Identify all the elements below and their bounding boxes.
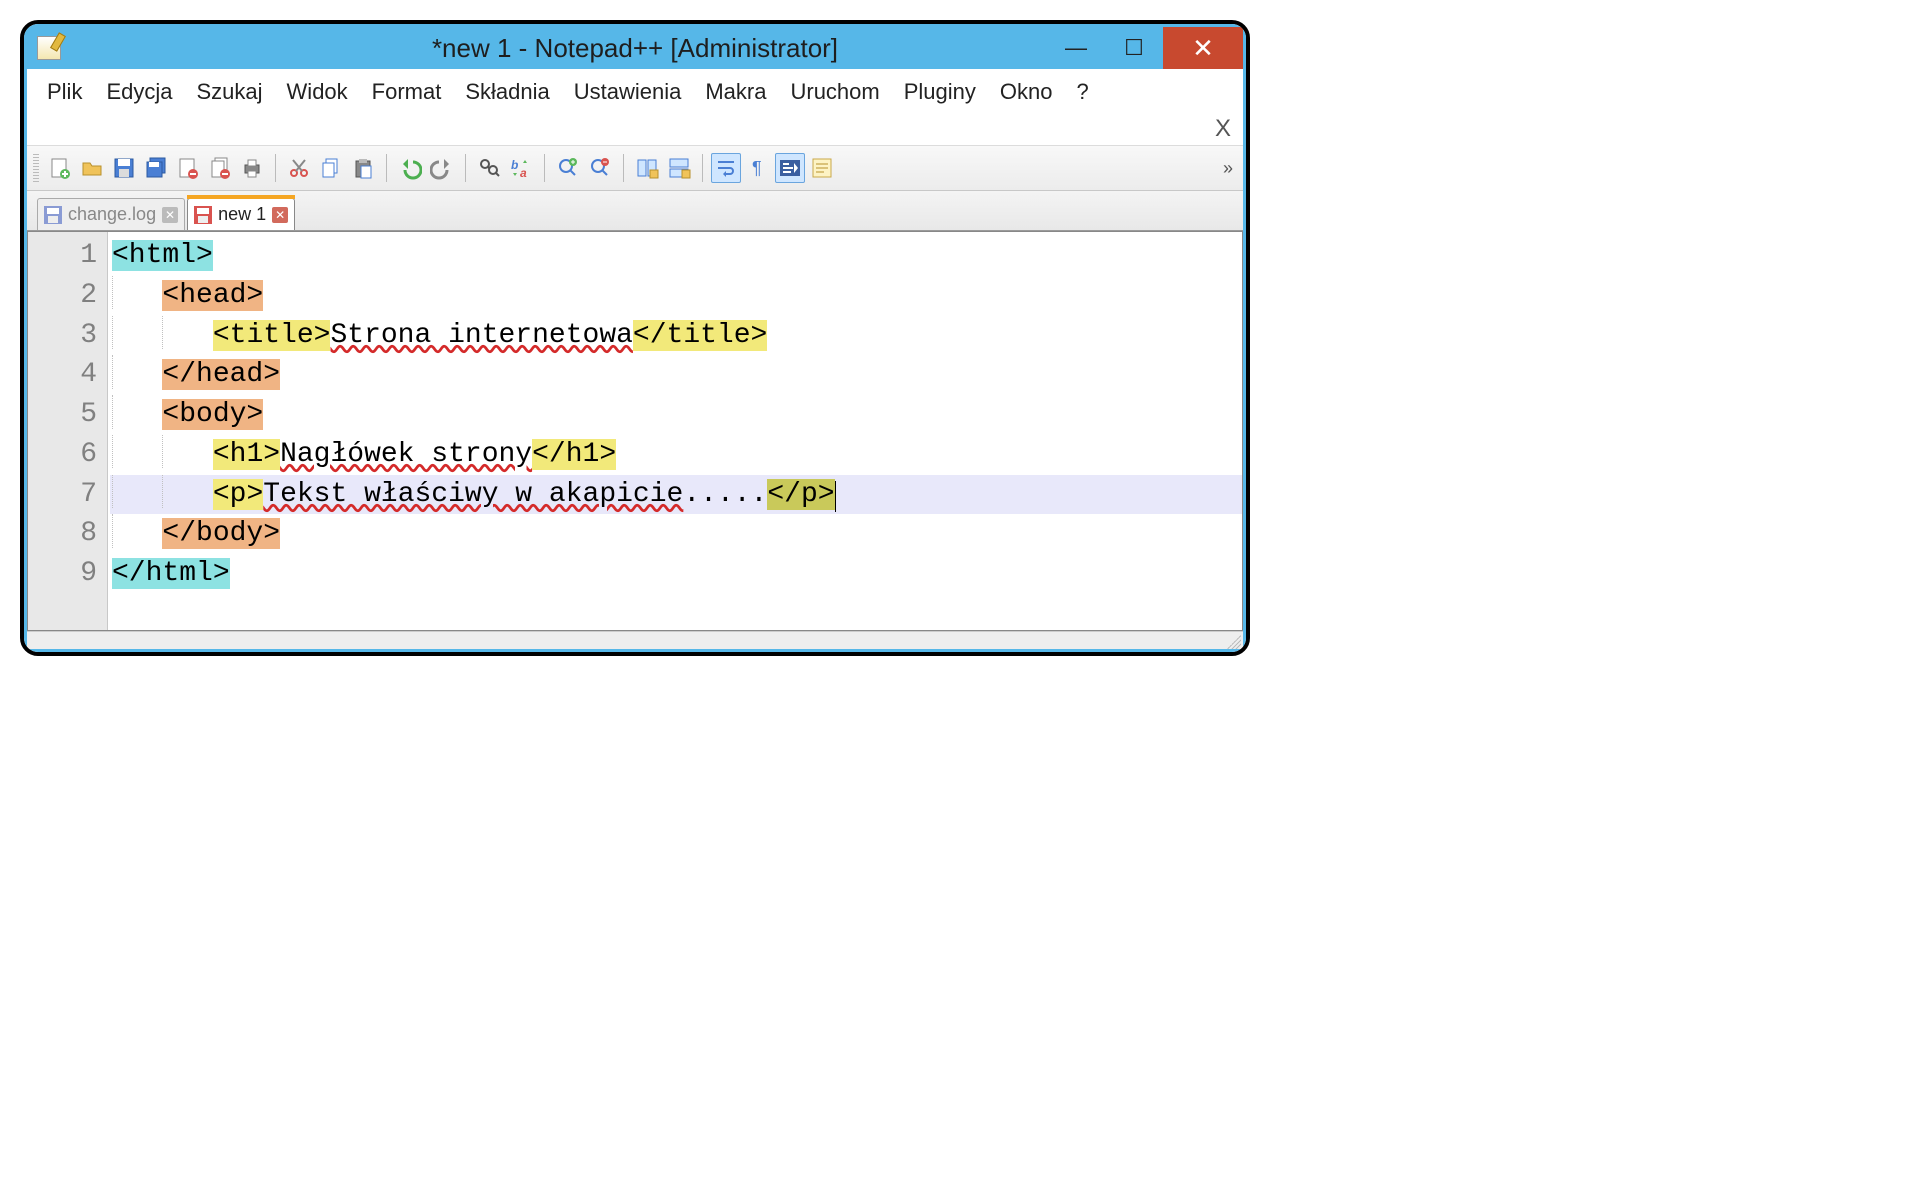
svg-text:b: b <box>511 158 518 172</box>
zoom-out-button[interactable] <box>585 153 615 183</box>
show-all-button[interactable]: ¶ <box>743 153 773 183</box>
line-number: 2 <box>48 276 97 316</box>
menubar: PlikEdycjaSzukajWidokFormatSkładniaUstaw… <box>27 69 1243 115</box>
code-line[interactable]: <head> <box>110 276 1242 316</box>
close-button[interactable]: ✕ <box>1163 27 1243 69</box>
maximize-button[interactable]: ☐ <box>1105 27 1163 69</box>
menu-ustawienia[interactable]: Ustawienia <box>562 73 694 111</box>
toolbar-overflow[interactable]: » <box>1223 158 1237 179</box>
menu-?[interactable]: ? <box>1064 73 1100 111</box>
statusbar <box>27 631 1243 649</box>
menu-edycja[interactable]: Edycja <box>94 73 184 111</box>
menu-makra[interactable]: Makra <box>693 73 778 111</box>
text-caret <box>835 481 836 512</box>
copy-button[interactable] <box>316 153 346 183</box>
redo-button[interactable] <box>427 153 457 183</box>
tab-label: change.log <box>68 204 156 225</box>
line-number: 7 <box>48 475 97 515</box>
toolbar-separator <box>275 154 276 182</box>
toolbar-separator <box>465 154 466 182</box>
code-line[interactable]: </head> <box>110 355 1242 395</box>
new-file-button[interactable] <box>45 153 75 183</box>
cut-button[interactable] <box>284 153 314 183</box>
indent-guide-button[interactable] <box>775 153 805 183</box>
find-button[interactable] <box>474 153 504 183</box>
menu-pluginy[interactable]: Pluginy <box>892 73 988 111</box>
wrap-button[interactable] <box>711 153 741 183</box>
disk-icon <box>44 206 62 224</box>
editor[interactable]: 123456789 <html> <head> <title>Strona in… <box>27 231 1243 631</box>
svg-text:a: a <box>520 166 527 180</box>
menu-szukaj[interactable]: Szukaj <box>185 73 275 111</box>
line-number: 5 <box>48 395 97 435</box>
open-file-button[interactable] <box>77 153 107 183</box>
line-gutter: 123456789 <box>28 232 108 630</box>
minimize-button[interactable]: — <box>1047 27 1105 69</box>
save-button[interactable] <box>109 153 139 183</box>
code-line[interactable]: <title>Strona internetowa</title> <box>110 316 1242 356</box>
find-replace-button[interactable]: ba <box>506 153 536 183</box>
menu-format[interactable]: Format <box>360 73 454 111</box>
toolbar: ba ¶ » <box>27 145 1243 191</box>
code-line[interactable]: <html> <box>110 236 1242 276</box>
resize-grip[interactable] <box>1227 635 1241 649</box>
toolbar-gripper <box>33 154 39 182</box>
paste-button[interactable] <box>348 153 378 183</box>
tab-label: new 1 <box>218 204 266 225</box>
menu-okno[interactable]: Okno <box>988 73 1065 111</box>
toolbar-separator <box>702 154 703 182</box>
undo-button[interactable] <box>395 153 425 183</box>
print-button[interactable] <box>237 153 267 183</box>
tabbar: change.log ✕ new 1 ✕ <box>27 191 1243 231</box>
menu-składnia[interactable]: Składnia <box>453 73 561 111</box>
zoom-in-button[interactable] <box>553 153 583 183</box>
app-icon <box>37 36 61 60</box>
sync-h-button[interactable] <box>664 153 694 183</box>
close-file-button[interactable] <box>173 153 203 183</box>
tab-close-icon[interactable]: ✕ <box>272 207 288 223</box>
menu-plik[interactable]: Plik <box>35 73 94 111</box>
menu-widok[interactable]: Widok <box>275 73 360 111</box>
code-line[interactable]: </html> <box>110 554 1242 594</box>
svg-text:¶: ¶ <box>752 158 762 178</box>
toolbar-separator <box>386 154 387 182</box>
line-number: 6 <box>48 435 97 475</box>
sync-v-button[interactable] <box>632 153 662 183</box>
line-number: 3 <box>48 316 97 356</box>
line-number: 9 <box>48 554 97 594</box>
code-line[interactable]: <p>Tekst właściwy w akapicie.....</p> <box>110 475 1242 515</box>
toolbar-separator <box>544 154 545 182</box>
code-line[interactable]: </body> <box>110 514 1242 554</box>
function-list-button[interactable] <box>807 153 837 183</box>
disk-icon <box>194 206 212 224</box>
line-number: 4 <box>48 355 97 395</box>
tab-close-icon[interactable]: ✕ <box>162 207 178 223</box>
save-all-button[interactable] <box>141 153 171 183</box>
line-number: 1 <box>48 236 97 276</box>
tab-new-1[interactable]: new 1 ✕ <box>187 198 295 230</box>
code-area[interactable]: <html> <head> <title>Strona internetowa<… <box>108 232 1242 630</box>
menu-uruchom[interactable]: Uruchom <box>778 73 891 111</box>
close-all-button[interactable] <box>205 153 235 183</box>
app-window: *new 1 - Notepad++ [Administrator] — ☐ ✕… <box>20 20 1250 656</box>
toolbar-separator <box>623 154 624 182</box>
titlebar[interactable]: *new 1 - Notepad++ [Administrator] — ☐ ✕ <box>27 27 1243 69</box>
close-doc-x[interactable]: X <box>1215 115 1231 143</box>
tab-change.log[interactable]: change.log ✕ <box>37 198 185 230</box>
code-line[interactable]: <body> <box>110 395 1242 435</box>
line-number: 8 <box>48 514 97 554</box>
code-line[interactable]: <h1>Nagłówek strony</h1> <box>110 435 1242 475</box>
